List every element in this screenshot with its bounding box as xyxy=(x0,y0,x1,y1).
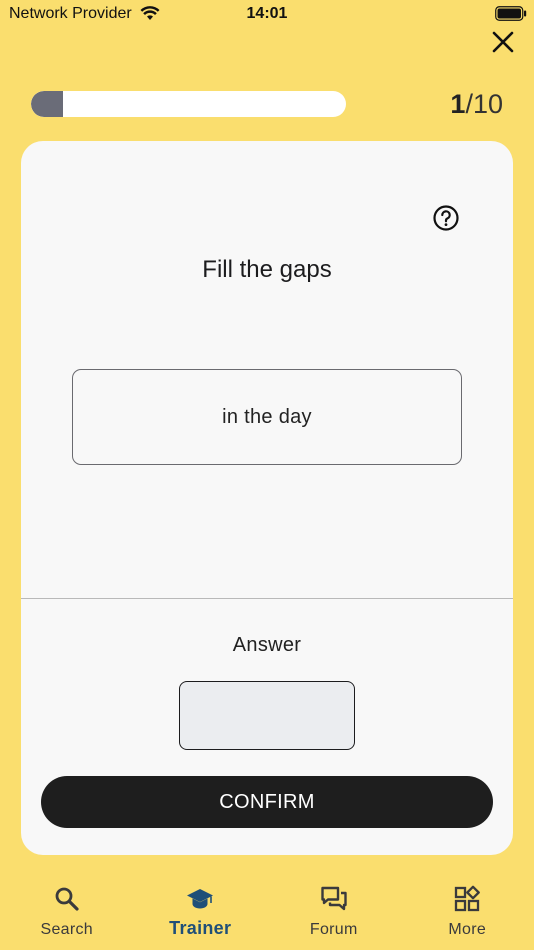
tab-bar: Search Trainer Forum More xyxy=(0,868,534,950)
tab-forum[interactable]: Forum xyxy=(267,868,401,950)
search-icon xyxy=(55,887,79,911)
help-icon[interactable] xyxy=(432,204,460,232)
progress-bar xyxy=(31,91,346,117)
exercise-card: Fill the gaps in the day Answer CONFIRM xyxy=(21,141,513,855)
battery-icon xyxy=(495,6,527,21)
tab-trainer[interactable]: Trainer xyxy=(134,868,268,950)
tab-search[interactable]: Search xyxy=(0,868,134,950)
progress-total: /10 xyxy=(465,89,503,119)
clock: 14:01 xyxy=(246,5,288,22)
prompt-box: in the day xyxy=(72,369,462,465)
close-button[interactable] xyxy=(488,27,518,57)
graduation-cap-icon xyxy=(187,889,214,909)
tab-more[interactable]: More xyxy=(401,868,534,950)
progress-current: 1 xyxy=(450,89,466,119)
progress-counter: 1/10 xyxy=(450,89,503,120)
tab-label: More xyxy=(448,921,487,938)
grid-icon xyxy=(455,885,481,912)
progress-fill xyxy=(31,91,63,117)
tab-label: Trainer xyxy=(169,918,232,938)
exercise-title: Fill the gaps xyxy=(202,256,332,283)
divider xyxy=(21,598,513,599)
close-icon xyxy=(492,31,514,53)
prompt-text: in the day xyxy=(222,405,312,428)
status-bar: Network Provider 14:01 xyxy=(0,0,534,28)
answer-label: Answer xyxy=(232,634,302,656)
chat-bubbles-icon xyxy=(321,886,347,911)
tab-label: Search xyxy=(40,921,93,938)
tab-label: Forum xyxy=(309,921,358,938)
answer-input[interactable] xyxy=(179,681,355,750)
confirm-button[interactable]: CONFIRM xyxy=(41,776,493,828)
